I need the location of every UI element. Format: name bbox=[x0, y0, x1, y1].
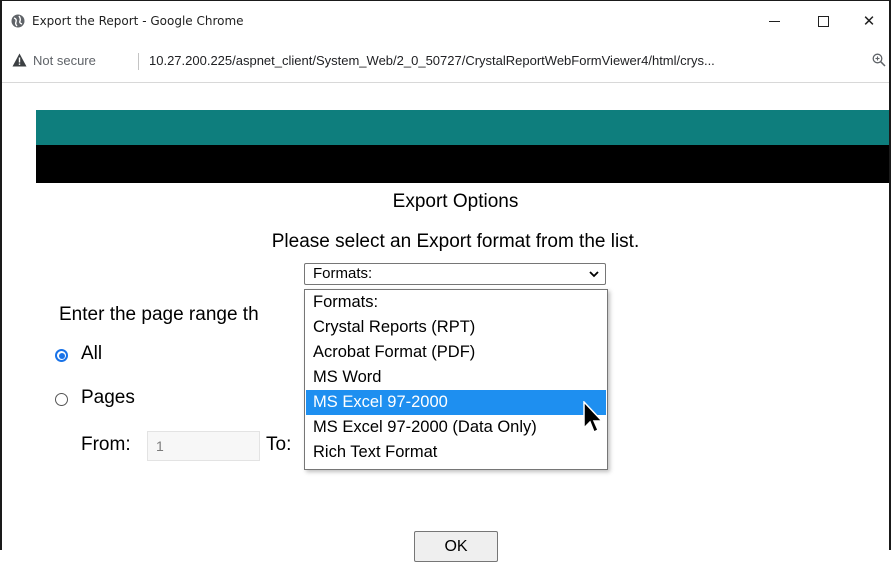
maximize-icon bbox=[817, 15, 829, 27]
format-option[interactable]: Rich Text Format bbox=[306, 440, 606, 465]
format-select[interactable]: Formats: bbox=[304, 263, 606, 285]
mouse-pointer-icon bbox=[583, 401, 604, 434]
format-dropdown-list[interactable]: Formats: Crystal Reports (RPT) Acrobat F… bbox=[304, 289, 608, 470]
close-icon: ✕ bbox=[862, 12, 876, 30]
radio-pages-label[interactable]: Pages bbox=[81, 387, 135, 409]
format-select-value: Formats: bbox=[313, 265, 373, 282]
from-page-input[interactable]: 1 bbox=[147, 431, 260, 461]
minimize-icon bbox=[768, 20, 780, 22]
from-label: From: bbox=[81, 434, 131, 455]
address-bar[interactable]: Not secure 10.27.200.225/aspnet_client/S… bbox=[2, 41, 889, 83]
window-title: Export the Report - Google Chrome bbox=[32, 14, 244, 28]
radio-all-label[interactable]: All bbox=[81, 343, 102, 365]
minimize-button[interactable] bbox=[754, 7, 794, 35]
radio-pages[interactable] bbox=[55, 393, 68, 406]
header-black-band bbox=[36, 145, 889, 183]
zoom-icon[interactable] bbox=[872, 53, 886, 67]
security-label[interactable]: Not secure bbox=[33, 53, 96, 68]
instructions-text: Please select an Export format from the … bbox=[271, 231, 640, 252]
ok-button[interactable]: OK bbox=[414, 531, 498, 562]
close-button[interactable]: ✕ bbox=[849, 7, 889, 35]
format-option[interactable]: Acrobat Format (PDF) bbox=[306, 340, 606, 365]
format-option[interactable]: Formats: bbox=[306, 290, 606, 315]
header-teal-band bbox=[36, 110, 889, 145]
warning-icon[interactable] bbox=[12, 53, 27, 67]
format-option-highlighted[interactable]: MS Excel 97-2000 bbox=[306, 390, 606, 415]
format-option[interactable]: MS Word bbox=[306, 365, 606, 390]
format-option[interactable]: Crystal Reports (RPT) bbox=[306, 315, 606, 340]
page-title: Export Options bbox=[392, 191, 519, 212]
page-range-prompt: Enter the page range th bbox=[59, 304, 259, 325]
browser-window: Export the Report - Google Chrome ✕ Not … bbox=[0, 0, 891, 562]
url-text[interactable]: 10.27.200.225/aspnet_client/System_Web/2… bbox=[149, 53, 715, 68]
to-label: To: bbox=[266, 434, 292, 455]
title-bar: Export the Report - Google Chrome ✕ bbox=[2, 1, 889, 41]
globe-icon bbox=[11, 14, 25, 28]
format-option[interactable]: MS Excel 97-2000 (Data Only) bbox=[306, 415, 606, 440]
maximize-button[interactable] bbox=[803, 7, 843, 35]
chevron-down-icon bbox=[589, 271, 599, 278]
radio-all[interactable] bbox=[55, 349, 68, 362]
address-separator bbox=[138, 53, 139, 70]
